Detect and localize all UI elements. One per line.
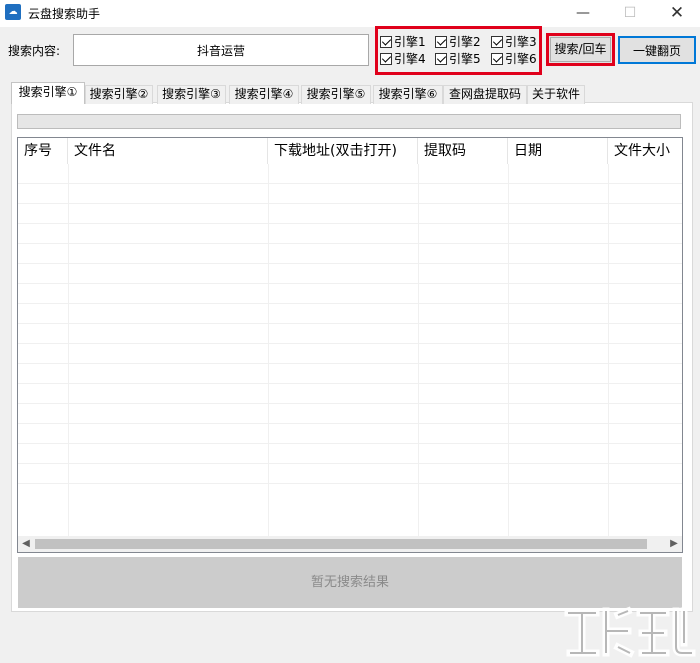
checkbox-checked-icon: [491, 52, 503, 65]
column-header-date[interactable]: 日期: [508, 138, 608, 164]
search-button[interactable]: 搜索/回车: [546, 33, 615, 66]
title-bar: ☁ 云盘搜索助手 — ☐ ✕: [0, 0, 700, 27]
engine-3-label: 引擎3: [505, 35, 537, 49]
search-input[interactable]: [73, 34, 369, 66]
column-divider: [418, 164, 419, 538]
table-row-line: [18, 203, 682, 204]
tab-extract-code[interactable]: 查网盘提取码: [443, 85, 527, 104]
tab-about[interactable]: 关于软件: [527, 85, 585, 104]
table-row-line: [18, 483, 682, 484]
cloud-app-icon: ☁: [5, 4, 21, 20]
tab-engine-3[interactable]: 搜索引擎③: [157, 85, 226, 104]
column-header-extract-code[interactable]: 提取码: [418, 138, 508, 164]
engine-4-checkbox[interactable]: 引擎4: [380, 51, 426, 66]
tab-engine-2[interactable]: 搜索引擎②: [85, 85, 153, 104]
tab-engine-6[interactable]: 搜索引擎⑥: [373, 85, 443, 104]
search-label: 搜索内容:: [8, 44, 61, 58]
checkbox-checked-icon: [380, 35, 392, 48]
next-page-button[interactable]: 一键翻页: [618, 36, 696, 64]
close-button[interactable]: ✕: [654, 0, 700, 27]
column-header-download-url[interactable]: 下载地址(双击打开): [268, 138, 418, 164]
search-button-label: 搜索/回车: [550, 37, 611, 62]
tab-engine-4[interactable]: 搜索引擎④: [229, 85, 299, 104]
table-row-line: [18, 263, 682, 264]
search-progress-bar: [17, 114, 681, 129]
scrollbar-thumb[interactable]: [35, 539, 647, 549]
table-row-line: [18, 283, 682, 284]
table-row-line: [18, 343, 682, 344]
table-row-line: [18, 183, 682, 184]
table-row-line: [18, 443, 682, 444]
engine-3-checkbox[interactable]: 引擎3: [491, 34, 537, 49]
table-row-line: [18, 363, 682, 364]
checkbox-checked-icon: [491, 35, 503, 48]
table-row-line: [18, 403, 682, 404]
table-row-line: [18, 463, 682, 464]
checkbox-checked-icon: [380, 52, 392, 65]
column-divider: [508, 164, 509, 538]
engine-4-label: 引擎4: [394, 52, 426, 66]
checkbox-checked-icon: [435, 52, 447, 65]
results-table[interactable]: 序号 文件名 下载地址(双击打开) 提取码 日期 文件大小 ◀ ▶: [17, 137, 683, 553]
column-divider: [608, 164, 609, 538]
engine-selector-group: 引擎1 引擎2 引擎3 引擎4 引擎5 引擎6: [375, 26, 542, 75]
maximize-button[interactable]: ☐: [607, 0, 653, 27]
scroll-left-icon[interactable]: ◀: [18, 536, 34, 552]
window-title: 云盘搜索助手: [28, 7, 101, 21]
column-header-index[interactable]: 序号: [18, 138, 68, 164]
column-divider: [68, 164, 69, 538]
checkbox-checked-icon: [435, 35, 447, 48]
table-header: 序号 文件名 下载地址(双击打开) 提取码 日期 文件大小: [18, 138, 682, 164]
scroll-right-icon[interactable]: ▶: [666, 536, 682, 552]
table-row-line: [18, 303, 682, 304]
column-divider: [268, 164, 269, 538]
table-row-line: [18, 423, 682, 424]
table-row-line: [18, 243, 682, 244]
horizontal-scrollbar[interactable]: ◀ ▶: [18, 536, 682, 552]
table-row-line: [18, 323, 682, 324]
column-header-filename[interactable]: 文件名: [68, 138, 268, 164]
engine-1-checkbox[interactable]: 引擎1: [380, 34, 426, 49]
column-header-file-size[interactable]: 文件大小: [608, 138, 682, 164]
engine-2-checkbox[interactable]: 引擎2: [435, 34, 481, 49]
table-body: [18, 164, 682, 538]
result-status: 暂无搜索结果: [18, 557, 682, 608]
engine-1-label: 引擎1: [394, 35, 426, 49]
table-row-line: [18, 223, 682, 224]
engine-6-checkbox[interactable]: 引擎6: [491, 51, 537, 66]
engine-6-label: 引擎6: [505, 52, 537, 66]
tab-engine-1[interactable]: 搜索引擎①: [11, 82, 85, 104]
engine-2-label: 引擎2: [449, 35, 481, 49]
engine-5-checkbox[interactable]: 引擎5: [435, 51, 481, 66]
minimize-button[interactable]: —: [560, 0, 606, 27]
table-row-line: [18, 383, 682, 384]
watermark-logo: [564, 606, 696, 658]
engine-5-label: 引擎5: [449, 52, 481, 66]
tab-engine-5[interactable]: 搜索引擎⑤: [301, 85, 371, 104]
